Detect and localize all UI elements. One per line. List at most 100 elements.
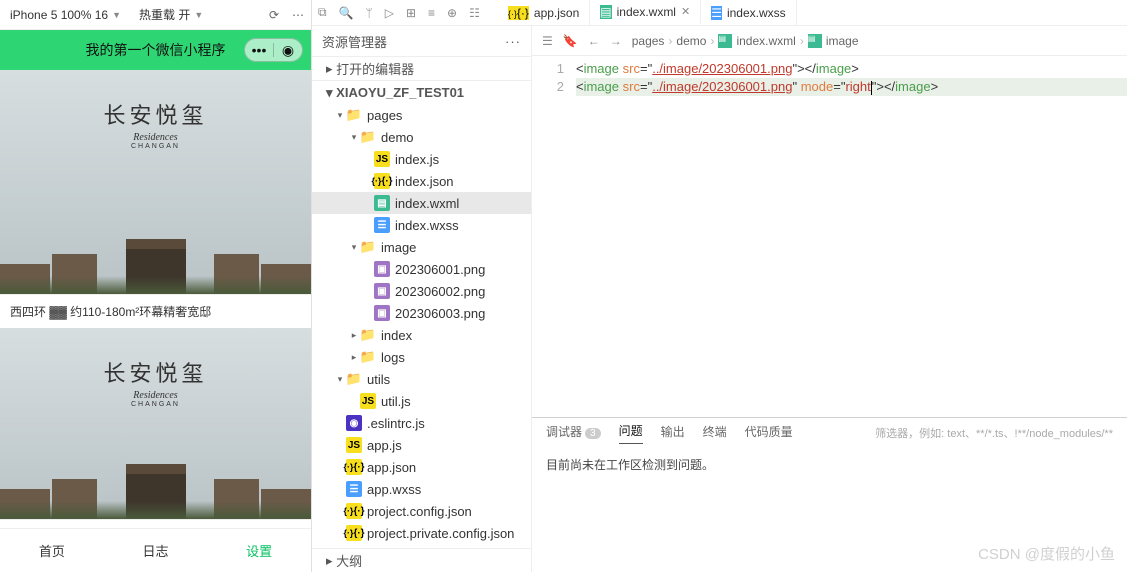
wxss-icon: ☰ [374, 217, 390, 233]
tree-item[interactable]: ▣202306002.png [312, 280, 531, 302]
tree-item[interactable]: ▾📁pages [312, 104, 531, 126]
editor-tab[interactable]: {·}app.json [498, 0, 590, 25]
code-editor[interactable]: 12 <image src="../image/202306001.png"><… [532, 56, 1127, 417]
wxss-file-icon: ☰ [711, 6, 722, 20]
tab-label: index.wxss [727, 6, 786, 20]
capsule-close-icon[interactable]: ◉ [274, 42, 302, 59]
png-icon: ▣ [374, 283, 390, 299]
nav-forward-icon[interactable]: → [610, 34, 622, 48]
tree-item[interactable]: ▸📁index [312, 324, 531, 346]
tree-label: app.wxss [367, 482, 421, 497]
more-icon[interactable]: ··· [505, 34, 521, 49]
code-line[interactable]: <image src="../image/202306001.png"></im… [576, 60, 1127, 78]
db-icon[interactable]: ≡ [428, 6, 435, 20]
tree-item[interactable]: ▤index.wxml [312, 192, 531, 214]
js-icon: JS [374, 151, 390, 167]
tree-item[interactable]: ☰index.wxss [312, 214, 531, 236]
robot-icon[interactable]: ☷ [469, 6, 480, 20]
more-icon[interactable]: ⋯ [289, 6, 307, 24]
ide-toolbar: ⧉ 🔍 ᛘ ▷ ⊞ ≡ ⊕ ☷ {·}app.json▤index.wxml✕☰… [312, 0, 1127, 26]
panel-tab[interactable]: 调试器3 [546, 423, 601, 444]
debug-icon[interactable]: ▷ [385, 6, 394, 20]
list-icon[interactable]: ☰ [542, 34, 553, 48]
breadcrumb-seg[interactable]: demo [676, 34, 706, 48]
panel-tab[interactable]: 终端 [703, 423, 727, 444]
close-icon[interactable]: ✕ [681, 5, 690, 18]
code-lines[interactable]: <image src="../image/202306001.png"></im… [572, 56, 1127, 417]
wxml-file-icon: ▤ [600, 5, 611, 19]
chevron-down-icon[interactable]: ▾ [334, 374, 346, 385]
tree-item[interactable]: JSindex.js [312, 148, 531, 170]
git-branch-icon[interactable]: ᛘ [366, 6, 373, 20]
chevron-down-icon: ▼ [112, 10, 121, 20]
breadcrumb-seg[interactable]: image [826, 34, 859, 48]
chevron-down-icon[interactable]: ▾ [348, 242, 360, 253]
chevron-right-icon[interactable]: ▸ [348, 330, 360, 341]
tree-item[interactable]: JSapp.js [312, 434, 531, 456]
miniapp-capsule[interactable]: •••◉ [244, 38, 303, 62]
panel-tab[interactable]: 问题 [619, 422, 643, 444]
plugin-icon[interactable]: ⊕ [447, 6, 457, 20]
miniapp-nav-bar: 我的第一个微信小程序 •••◉ [0, 30, 311, 70]
hotreload-dropdown[interactable]: 热重载 开▼ [133, 4, 209, 25]
chevron-down-icon[interactable]: ▾ [348, 132, 360, 143]
breadcrumb-seg[interactable]: index.wxml [736, 34, 795, 48]
code-line[interactable]: <image src="../image/202306001.png" mode… [576, 78, 1127, 96]
chevron-down-icon[interactable]: ▾ [334, 110, 346, 121]
resort-title-en: Residences [103, 132, 207, 143]
chevron-right-icon[interactable]: ▸ [348, 352, 360, 363]
tree-label: index [381, 328, 412, 343]
project-section[interactable]: ▾ XIAOYU_ZF_TEST01 [312, 80, 531, 104]
tabbar-item[interactable]: 日志 [104, 529, 208, 572]
tree-item[interactable]: ◉.eslintrc.js [312, 412, 531, 434]
folder-blue-icon: 📁 [346, 107, 362, 123]
folder-teal-icon: 📁 [346, 371, 362, 387]
panel-tab[interactable]: 代码质量 [745, 423, 793, 444]
tree-item[interactable]: {·}index.json [312, 170, 531, 192]
editor-bar: ☰ 🔖 ← → pages›demo›▤index.wxml›▤image [532, 26, 1127, 56]
tree-label: demo [381, 130, 414, 145]
open-editors-section[interactable]: ▸ 打开的编辑器 [312, 56, 531, 80]
tree-item[interactable]: ☰app.wxss [312, 478, 531, 500]
miniapp-title: 我的第一个微信小程序 [86, 40, 226, 60]
refresh-icon[interactable]: ⟳ [265, 6, 283, 24]
tree-item[interactable]: {·}project.private.config.json [312, 522, 531, 544]
tree-item[interactable]: {·}app.json [312, 456, 531, 478]
tree-label: index.wxml [395, 196, 459, 211]
tree-label: 202306003.png [395, 306, 485, 321]
capsule-menu-icon[interactable]: ••• [245, 42, 273, 58]
tabbar-item[interactable]: 首页 [0, 529, 104, 572]
breadcrumb-seg[interactable]: pages [632, 34, 665, 48]
editor-tab[interactable]: ☰ index.wxss [701, 0, 796, 25]
tree-label: index.json [395, 174, 454, 189]
tree-item[interactable]: ▾📁utils [312, 368, 531, 390]
tree-label: app.js [367, 438, 402, 453]
copy-icon[interactable]: ⧉ [318, 5, 327, 20]
extension-icon[interactable]: ⊞ [406, 6, 416, 20]
search-icon[interactable]: 🔍 [339, 6, 354, 20]
tree-label: project.private.config.json [367, 526, 514, 541]
folder-blue-icon: 📁 [360, 129, 376, 145]
card-caption: 西四环 ▓▓ 约110-180m²环幕精奢宽邸 [0, 295, 311, 328]
simulator-viewport[interactable]: 长安悦玺 Residences CHANGAN 西四环 ▓▓ 约110-180m… [0, 70, 311, 528]
tree-item[interactable]: ▣202306003.png [312, 302, 531, 324]
tree-item[interactable]: ▣202306001.png [312, 258, 531, 280]
folder-brown-icon: 📁 [360, 349, 376, 365]
tree-item[interactable]: ▸📁logs [312, 346, 531, 368]
breadcrumb[interactable]: pages›demo›▤index.wxml›▤image [632, 34, 859, 48]
editor-tab[interactable]: ▤index.wxml✕ [590, 0, 701, 25]
device-dropdown[interactable]: iPhone 5 100% 16▼ [4, 6, 127, 24]
explorer-panel: 资源管理器 ··· ▸ 打开的编辑器 ▾ XIAOYU_ZF_TEST01 ▾📁… [312, 26, 532, 572]
tree-item[interactable]: JSutil.js [312, 390, 531, 412]
bookmark-icon[interactable]: 🔖 [563, 34, 578, 48]
tabbar-item[interactable]: 设置 [207, 529, 311, 572]
tree-item[interactable]: ▾📁image [312, 236, 531, 258]
filter-input[interactable]: 筛选器，例如: text、**/*.ts、!**/node_modules/** [875, 425, 1113, 441]
tree-item[interactable]: ▾📁 demo [312, 126, 531, 148]
tree-item[interactable]: {·}project.config.json [312, 500, 531, 522]
panel-tab[interactable]: 输出 [661, 423, 685, 444]
tree-label: image [381, 240, 416, 255]
outline-section[interactable]: ▸ 大纲 [312, 548, 531, 572]
nav-back-icon[interactable]: ← [588, 34, 600, 48]
file-tree: ▾📁pages▾📁demoJSindex.js{·}index.json▤ind… [312, 104, 531, 548]
